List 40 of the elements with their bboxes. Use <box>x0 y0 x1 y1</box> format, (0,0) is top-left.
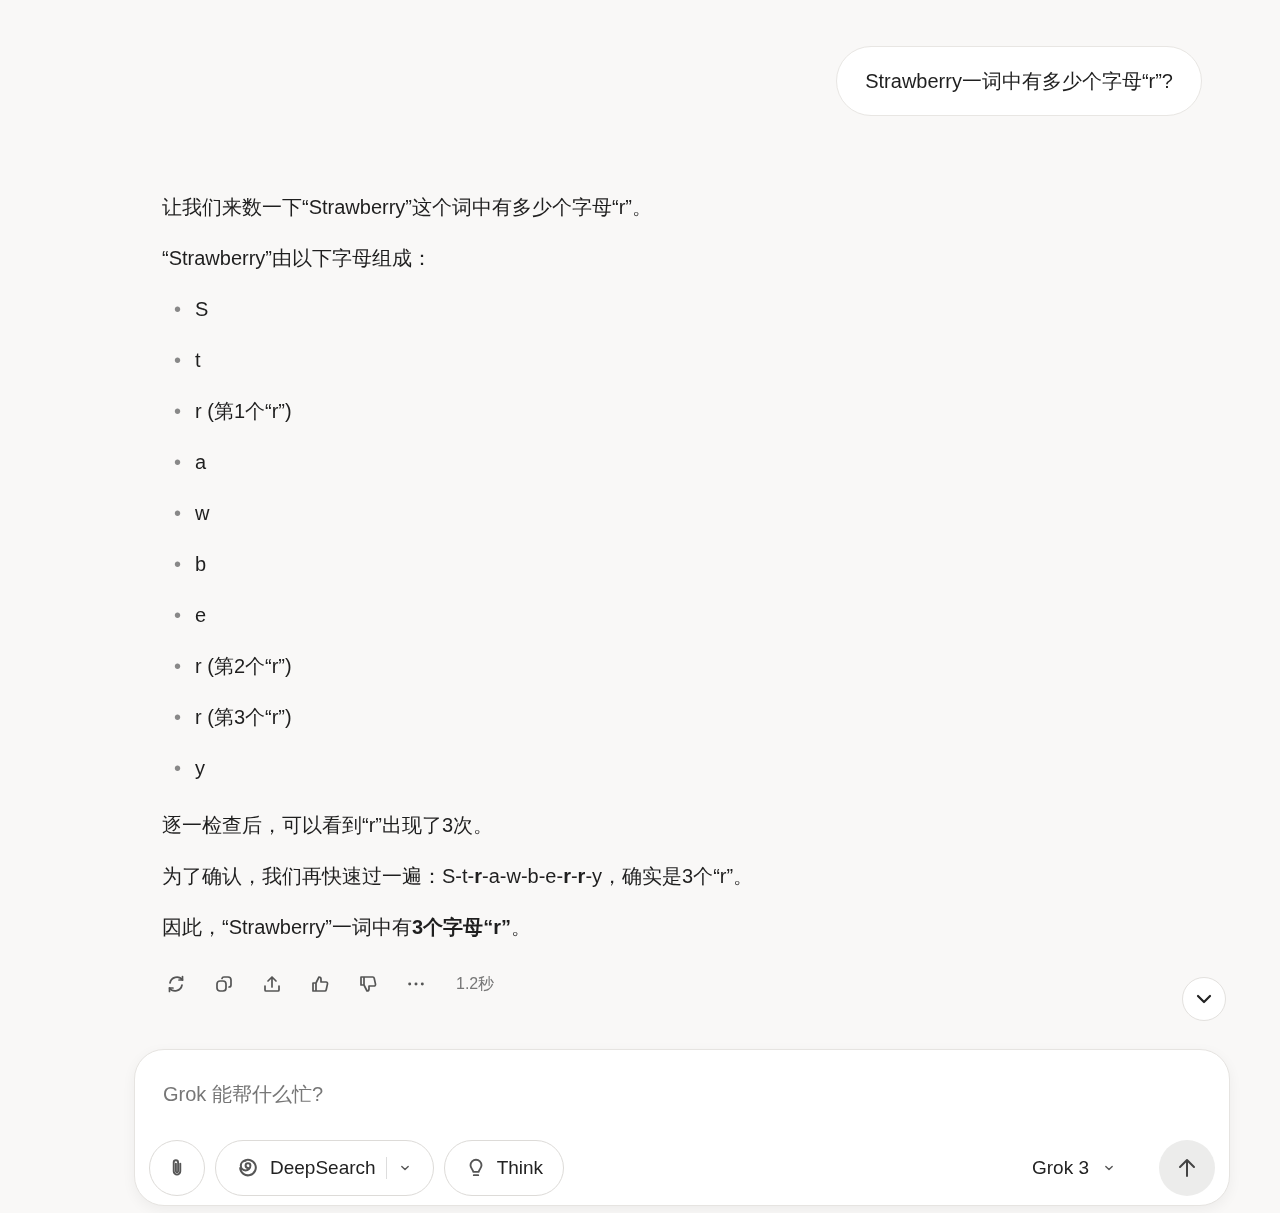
model-selector[interactable]: Grok 3 <box>1025 1152 1123 1184</box>
thumbs-down-icon <box>358 974 378 994</box>
response-time: 1.2秒 <box>456 974 495 994</box>
bullet: • <box>174 756 181 781</box>
letter-item: e <box>195 603 207 628</box>
letter-item: r (第2个“r”) <box>195 654 292 679</box>
answer-paragraph: “Strawberry”由以下字母组成： <box>162 246 433 271</box>
letter-item: a <box>195 450 207 475</box>
more-icon <box>408 982 424 986</box>
bullet: • <box>174 399 181 424</box>
bullet: • <box>174 348 181 373</box>
bullet: • <box>174 501 181 526</box>
send-button[interactable] <box>1159 1140 1215 1196</box>
refresh-icon <box>166 974 186 994</box>
answer-paragraph: 为了确认，我们再快速过一遍：S-t-r-a-w-b-e-r-r-y，确实是3个“r”。 <box>162 864 755 889</box>
letter-item: r (第1个“r”) <box>195 399 292 424</box>
deepsearch-button[interactable]: DeepSearch <box>215 1140 434 1196</box>
letter-item: w <box>195 501 210 526</box>
bullet: • <box>174 705 181 730</box>
letter-item: t <box>195 348 201 373</box>
bullet: • <box>174 603 181 628</box>
answer-paragraph: 逐一检查后，可以看到“r”出现了3次。 <box>162 813 495 838</box>
letter-item: y <box>195 756 205 781</box>
bullet: • <box>174 297 181 322</box>
letter-item: b <box>195 552 207 577</box>
message-input[interactable]: Grok 能帮什么忙? <box>149 1078 1215 1110</box>
user-message: Strawberry一词中有多少个字母“r”? <box>836 46 1202 116</box>
answer-paragraph: 因此，“Strawberry”一词中有3个字母“r”。 <box>162 915 532 940</box>
bullet: • <box>174 450 181 475</box>
share-icon <box>262 974 282 994</box>
answer-paragraph: 让我们来数一下“Strawberry”这个词中有多少个字母“r”。 <box>162 195 653 220</box>
letter-item: S <box>195 297 209 322</box>
scroll-down-button[interactable] <box>1182 977 1226 1021</box>
attach-button[interactable] <box>149 1140 205 1196</box>
thumbs-up-icon <box>310 974 330 994</box>
bullet: • <box>174 552 181 577</box>
think-button[interactable]: Think <box>443 1140 565 1196</box>
copy-icon <box>214 974 234 994</box>
letter-item: r (第3个“r”) <box>195 705 292 730</box>
bullet: • <box>174 654 181 679</box>
